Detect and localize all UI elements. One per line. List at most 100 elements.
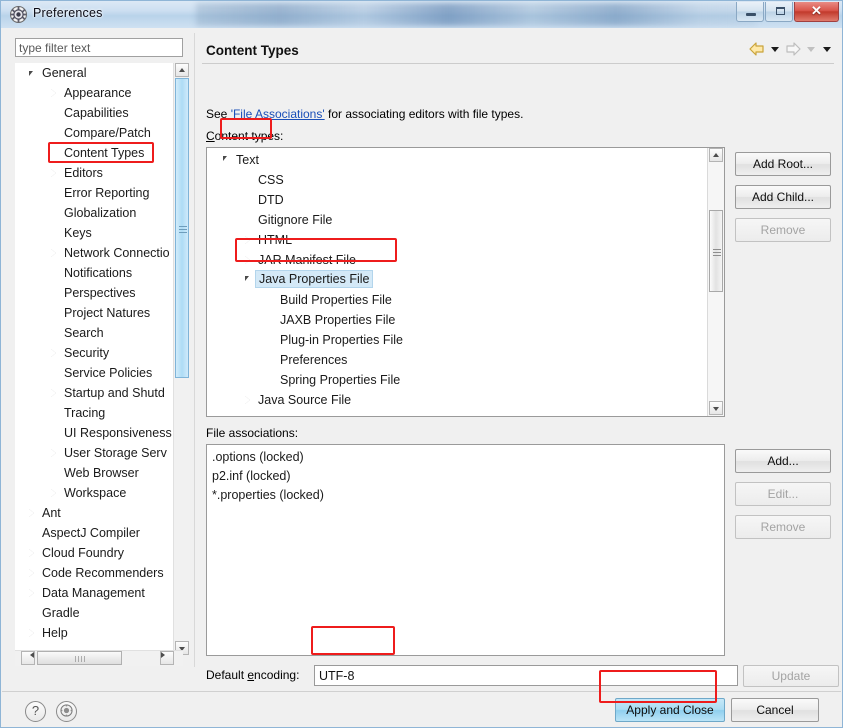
tree-collapsed-arrow-icon[interactable]: [29, 589, 34, 597]
sidebar-item[interactable]: Notifications: [15, 263, 167, 283]
apply-and-close-button[interactable]: Apply and Close: [615, 698, 725, 722]
minimize-button[interactable]: [736, 2, 764, 22]
content-type-item[interactable]: Java Properties File: [207, 270, 724, 290]
sidebar-vertical-scrollbar[interactable]: [173, 63, 190, 655]
file-association-item[interactable]: p2.inf (locked): [212, 467, 719, 486]
close-button[interactable]: ✕: [794, 2, 839, 22]
sidebar-item[interactable]: Search: [15, 323, 167, 343]
tree-collapsed-arrow-icon[interactable]: [51, 449, 56, 457]
sidebar-item[interactable]: Perspectives: [15, 283, 167, 303]
sidebar-item[interactable]: Globalization: [15, 203, 167, 223]
sidebar-item[interactable]: Content Types: [15, 143, 167, 163]
sidebar-horizontal-scrollbar[interactable]: [15, 650, 183, 666]
content-type-item[interactable]: Plug-in Properties File: [207, 330, 724, 350]
file-association-item[interactable]: .options (locked): [212, 448, 719, 467]
update-encoding-button: Update: [743, 665, 839, 687]
sidebar-item[interactable]: AspectJ Compiler: [15, 523, 167, 543]
sidebar-item[interactable]: Cloud Foundry: [15, 543, 167, 563]
ct-scroll-thumb[interactable]: [709, 210, 723, 292]
file-association-item[interactable]: *.properties (locked): [212, 486, 719, 505]
sidebar-scroll-right-button[interactable]: [160, 651, 174, 665]
sidebar-item[interactable]: Project Natures: [15, 303, 167, 323]
tree-collapsed-arrow-icon[interactable]: [29, 549, 34, 557]
tree-collapsed-arrow-icon[interactable]: [51, 389, 56, 397]
tree-collapsed-arrow-icon[interactable]: [51, 489, 56, 497]
file-associations-label: File associations:: [206, 426, 299, 440]
add-root-button[interactable]: Add Root...: [735, 152, 831, 176]
sidebar-item[interactable]: Service Policies: [15, 363, 167, 383]
title-bar: Preferences ✕: [1, 1, 842, 28]
content-types-vertical-scrollbar[interactable]: [707, 148, 724, 416]
page-menu-chevron-down-icon[interactable]: [823, 46, 831, 52]
sidebar-scroll-up-button[interactable]: [175, 63, 189, 77]
sidebar-item[interactable]: Appearance: [15, 83, 167, 103]
tree-collapsed-arrow-icon[interactable]: [245, 396, 250, 404]
tree-collapsed-arrow-icon[interactable]: [51, 249, 56, 257]
file-associations-link[interactable]: 'File Associations': [231, 107, 325, 121]
sidebar-item[interactable]: Workspace: [15, 483, 167, 503]
tree-collapsed-arrow-icon[interactable]: [245, 256, 250, 264]
content-type-item[interactable]: JAR Manifest File: [207, 250, 724, 270]
help-button[interactable]: ?: [25, 701, 46, 722]
tree-expanded-arrow-icon[interactable]: [223, 156, 227, 161]
tree-collapsed-arrow-icon[interactable]: [29, 629, 34, 637]
sidebar-item[interactable]: User Storage Serv: [15, 443, 167, 463]
add-association-button[interactable]: Add...: [735, 449, 831, 473]
content-type-item[interactable]: Spring Properties File: [207, 370, 724, 390]
tree-expanded-arrow-icon[interactable]: [245, 276, 249, 281]
content-type-item[interactable]: Preferences: [207, 350, 724, 370]
sidebar-item[interactable]: Help: [15, 623, 167, 643]
sidebar-item[interactable]: Network Connectio: [15, 243, 170, 263]
default-encoding-input[interactable]: [314, 665, 738, 686]
sidebar-scroll-thumb[interactable]: [175, 78, 189, 378]
content-type-item[interactable]: Text: [207, 150, 724, 170]
sidebar-item[interactable]: Data Management: [15, 583, 167, 603]
content-types-tree[interactable]: Text CSS DTD Gitignore File HTML JAR Manifest…: [206, 147, 725, 417]
sidebar-hscroll-thumb[interactable]: [37, 651, 122, 665]
filter-input[interactable]: [15, 38, 183, 57]
preferences-tree[interactable]: General Appearance Capabilities Compare/Pat…: [15, 63, 183, 655]
content-type-item[interactable]: Build Properties File: [207, 290, 724, 310]
tree-collapsed-arrow-icon[interactable]: [51, 89, 56, 97]
content-type-item[interactable]: HTML: [207, 230, 724, 250]
content-type-item[interactable]: Java Source File: [207, 390, 724, 410]
back-menu-chevron-down-icon[interactable]: [771, 46, 779, 52]
tree-collapsed-arrow-icon[interactable]: [29, 569, 34, 577]
sidebar-item[interactable]: Tracing: [15, 403, 167, 423]
sidebar-item[interactable]: Code Recommenders: [15, 563, 167, 583]
content-type-item[interactable]: CSS: [207, 170, 724, 190]
content-type-item[interactable]: Gitignore File: [207, 210, 724, 230]
sidebar-item[interactable]: Startup and Shutd: [15, 383, 167, 403]
back-arrow-icon[interactable]: [748, 41, 766, 57]
sidebar-item-label: Network Connectio: [64, 246, 170, 260]
sidebar-item[interactable]: Web Browser: [15, 463, 167, 483]
ct-scroll-up-button[interactable]: [709, 148, 723, 162]
sidebar-item[interactable]: UI Responsiveness: [15, 423, 172, 443]
tree-expanded-arrow-icon[interactable]: [29, 71, 33, 76]
default-encoding-row: Default encoding: Update: [206, 665, 839, 687]
sidebar-item[interactable]: Compare/Patch: [15, 123, 167, 143]
sidebar-scroll-left-button[interactable]: [21, 651, 35, 665]
sidebar-item[interactable]: Editors: [15, 163, 167, 183]
tree-collapsed-arrow-icon[interactable]: [51, 349, 56, 357]
pane-divider: [194, 33, 195, 667]
content-type-item[interactable]: JAXB Properties File: [207, 310, 724, 330]
add-child-button[interactable]: Add Child...: [735, 185, 831, 209]
tree-collapsed-arrow-icon[interactable]: [51, 169, 56, 177]
sidebar-item[interactable]: Ant: [15, 503, 167, 523]
maximize-button[interactable]: [765, 2, 793, 22]
cancel-button[interactable]: Cancel: [731, 698, 819, 722]
sidebar-item[interactable]: Gradle: [15, 603, 167, 623]
sidebar-item[interactable]: Error Reporting: [15, 183, 167, 203]
tree-collapsed-arrow-icon[interactable]: [29, 509, 34, 517]
sidebar-item[interactable]: Capabilities: [15, 103, 167, 123]
ct-scroll-down-button[interactable]: [709, 401, 723, 415]
sidebar-item[interactable]: Keys: [15, 223, 167, 243]
file-associations-list[interactable]: .options (locked) p2.inf (locked) *.proper…: [206, 444, 725, 656]
tree-collapsed-arrow-icon[interactable]: [245, 236, 250, 244]
sidebar-item[interactable]: Security: [15, 343, 167, 363]
sidebar-item[interactable]: General: [15, 63, 167, 83]
settings-gear-button[interactable]: [56, 701, 77, 722]
content-type-item[interactable]: DTD: [207, 190, 724, 210]
forward-arrow-icon: [786, 42, 801, 56]
